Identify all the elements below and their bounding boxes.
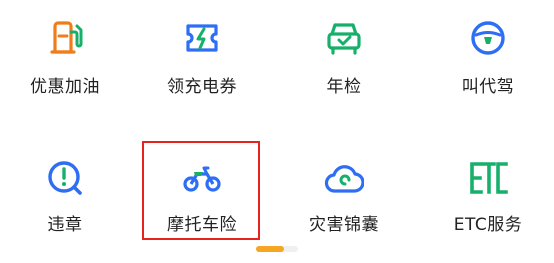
page-indicator [256, 246, 298, 252]
charging-coupon-icon [182, 18, 222, 58]
service-grid: 优惠加油 领充电券 年检 叫代驾 违章 摩托车险 灾害锦囊 ETC服务 [0, 0, 554, 263]
service-label: 年检 [326, 77, 362, 97]
service-disaster-tips[interactable]: 灾害锦囊 [284, 158, 404, 258]
service-motorcycle-insurance[interactable]: 摩托车险 [142, 158, 262, 258]
steering-wheel-icon [468, 18, 508, 58]
service-label: 优惠加油 [30, 77, 100, 97]
service-violation[interactable]: 违章 [5, 158, 125, 258]
service-label: 摩托车险 [167, 215, 237, 235]
service-label: 灾害锦囊 [309, 215, 379, 235]
etc-icon [468, 158, 508, 198]
service-etc[interactable]: ETC服务 [428, 158, 548, 258]
service-annual-inspection[interactable]: 年检 [284, 18, 404, 118]
disaster-tips-icon [324, 158, 364, 198]
service-label: ETC服务 [453, 215, 523, 235]
fuel-pump-icon [45, 18, 85, 58]
car-check-icon [324, 18, 364, 58]
service-fuel-discount[interactable]: 优惠加油 [5, 18, 125, 118]
violation-search-icon [45, 158, 85, 198]
service-chauffeur[interactable]: 叫代驾 [428, 18, 548, 118]
service-label: 违章 [47, 215, 83, 235]
service-label: 叫代驾 [461, 77, 515, 97]
motorcycle-icon [182, 158, 222, 198]
service-label: 领充电券 [167, 77, 237, 97]
page-indicator-active [256, 246, 284, 252]
service-charging-coupon[interactable]: 领充电券 [142, 18, 262, 118]
